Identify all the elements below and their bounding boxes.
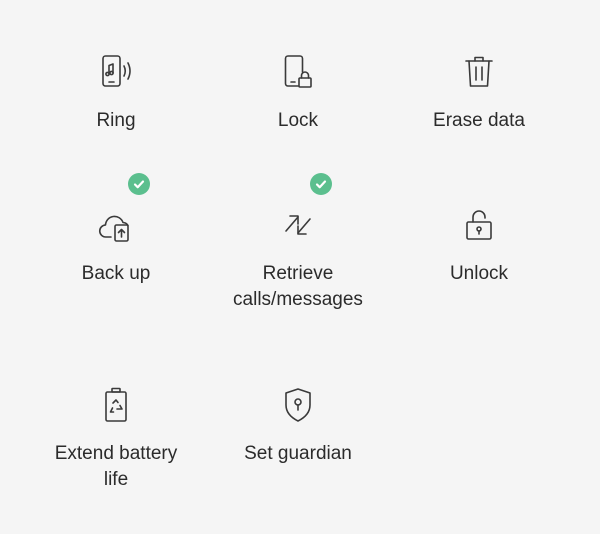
find-my-mobile-action-grid: Ring Lock Erase data Back up Retrieve ca… — [0, 0, 600, 534]
set-guardian-action[interactable]: Set guardian — [198, 383, 398, 467]
retrieve-calls-messages-action[interactable]: Retrieve calls/messages — [198, 173, 398, 313]
retrieve-calls-messages-label: Retrieve calls/messages — [233, 263, 363, 310]
back-up-action[interactable]: Back up — [16, 173, 216, 287]
ring-label: Ring — [96, 110, 136, 131]
lock-action[interactable]: Lock — [198, 50, 398, 134]
erase-data-label: Erase data — [433, 110, 525, 131]
battery-recycle-icon — [94, 383, 138, 427]
trash-icon — [457, 50, 501, 94]
unlock-action[interactable]: Unlock — [379, 203, 579, 287]
erase-data-action[interactable]: Erase data — [379, 50, 579, 134]
retrieve-complete-check-icon — [310, 173, 332, 195]
cloud-backup-icon — [94, 173, 150, 247]
phone-ring-icon — [94, 50, 138, 94]
lock-label: Lock — [277, 110, 319, 131]
extend-battery-life-action[interactable]: Extend battery life — [16, 383, 216, 493]
ring-action[interactable]: Ring — [16, 50, 216, 134]
set-guardian-label: Set guardian — [244, 443, 352, 464]
back-up-label: Back up — [81, 263, 151, 284]
shield-keyhole-icon — [276, 383, 320, 427]
unlock-icon — [457, 203, 501, 247]
backup-complete-check-icon — [128, 173, 150, 195]
extend-battery-life-label: Extend battery life — [54, 443, 178, 490]
unlock-label: Unlock — [449, 263, 509, 284]
transfer-arrows-icon — [276, 173, 332, 247]
phone-lock-icon — [276, 50, 320, 94]
